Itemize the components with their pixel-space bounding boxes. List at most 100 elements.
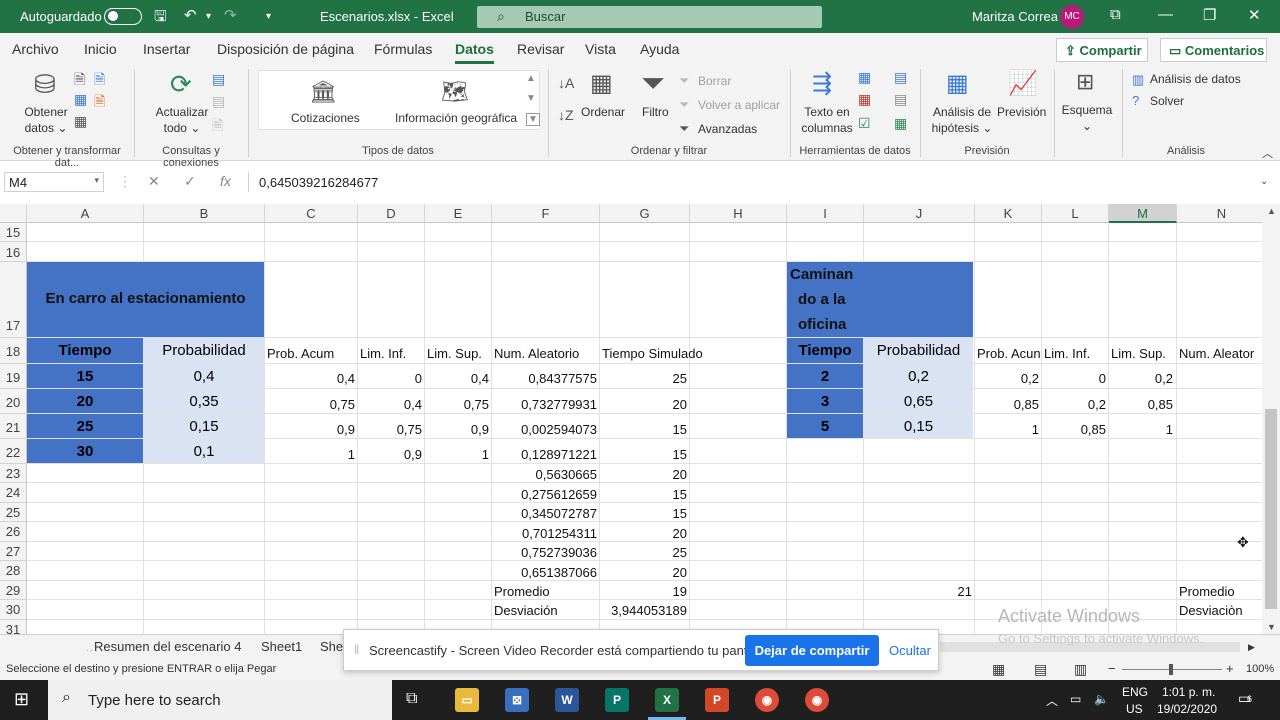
task-view-icon[interactable]: ⧉ bbox=[406, 690, 417, 708]
minimize-icon[interactable]: — bbox=[1158, 6, 1173, 23]
column-header-a[interactable]: A bbox=[27, 204, 144, 223]
spreadsheet-grid[interactable]: A B C D E F G H I J K L M N 15 16 17 18 … bbox=[0, 204, 1262, 634]
windows-start-icon[interactable]: ⊞ bbox=[14, 689, 29, 710]
zoom-slider-thumb[interactable] bbox=[1169, 664, 1173, 675]
comments-button[interactable]: ▭ Comentarios bbox=[1160, 38, 1267, 62]
sheet-tab-partial[interactable]: She bbox=[320, 639, 343, 654]
zoom-out-icon[interactable]: − bbox=[1108, 661, 1116, 676]
tray-chevron-icon[interactable]: ︿ bbox=[1046, 692, 1058, 709]
zoom-level[interactable]: 100% bbox=[1246, 663, 1274, 675]
file-explorer-icon[interactable]: ▭ bbox=[455, 688, 479, 712]
row-header-18[interactable]: 18 bbox=[0, 338, 27, 364]
relationships-icon[interactable]: ▤ bbox=[894, 91, 907, 108]
tab-ayuda[interactable]: Ayuda bbox=[640, 41, 679, 57]
data-validation-icon[interactable]: ☑ bbox=[858, 115, 871, 132]
tab-vista[interactable]: Vista bbox=[585, 41, 616, 57]
column-header-n[interactable]: N bbox=[1177, 204, 1262, 223]
gallery-more-icon[interactable]: ▼ bbox=[526, 113, 540, 126]
row-header-17[interactable]: 17 bbox=[0, 262, 27, 338]
sort-az-icon[interactable]: ↓A bbox=[558, 75, 574, 91]
tab-formulas[interactable]: Fórmulas bbox=[374, 41, 432, 57]
stocks-button[interactable]: Cotizaciones bbox=[291, 111, 360, 125]
consolidate-icon[interactable]: ▤ bbox=[894, 69, 907, 86]
zoom-in-icon[interactable]: + bbox=[1226, 661, 1234, 676]
filter-button[interactable]: Filtro bbox=[642, 105, 669, 119]
normal-view-icon[interactable]: ▦ bbox=[992, 661, 1005, 678]
select-all-corner[interactable] bbox=[0, 204, 27, 223]
gallery-down-icon[interactable]: ▼ bbox=[526, 93, 536, 104]
ribbon-display-icon[interactable]: ⧉ bbox=[1110, 6, 1121, 23]
name-box-dropdown-icon[interactable]: ▾ bbox=[94, 175, 99, 186]
refresh-all-button[interactable]: Actualizar todo ⌄ bbox=[150, 104, 214, 136]
volume-icon[interactable]: 🔈 bbox=[1094, 692, 1109, 706]
sheet-tab-sheet1[interactable]: Sheet1 bbox=[261, 639, 302, 654]
restore-icon[interactable]: ❐ bbox=[1203, 6, 1216, 24]
clock-date[interactable]: 19/02/2020 bbox=[1157, 702, 1217, 716]
powerpoint-icon[interactable]: P bbox=[705, 688, 729, 712]
vertical-scrollbar[interactable]: ▲ ▼ bbox=[1262, 204, 1280, 636]
column-header-m[interactable]: M bbox=[1109, 204, 1177, 223]
redo-icon[interactable]: ↷ bbox=[224, 6, 237, 24]
taskbar-search[interactable]: ⌕ Type here to search bbox=[48, 680, 392, 720]
column-header-k[interactable]: K bbox=[975, 204, 1042, 223]
tab-disposicion[interactable]: Disposición de página bbox=[217, 41, 354, 57]
row-header-16[interactable]: 16 bbox=[0, 242, 27, 262]
scroll-up-icon[interactable]: ▲ bbox=[1267, 206, 1276, 216]
tab-revisar[interactable]: Revisar bbox=[517, 41, 564, 57]
cancel-icon[interactable]: ✕ bbox=[148, 173, 160, 190]
column-header-b[interactable]: B bbox=[144, 204, 265, 223]
row-header-26[interactable]: 26 bbox=[0, 522, 27, 542]
column-header-i[interactable]: I bbox=[787, 204, 864, 223]
publisher-icon[interactable]: P bbox=[605, 688, 629, 712]
geography-button[interactable]: Información geográfica bbox=[395, 111, 517, 125]
row-header-15[interactable]: 15 bbox=[0, 223, 27, 242]
properties-icon[interactable]: ▤ bbox=[212, 93, 225, 110]
from-web-icon[interactable]: 🗎 bbox=[94, 69, 105, 93]
recent-sources-icon[interactable]: 🗎 bbox=[94, 91, 105, 115]
sort-za-icon[interactable]: ↓Z bbox=[558, 107, 574, 123]
tab-insertar[interactable]: Insertar bbox=[143, 41, 190, 57]
row-header-19[interactable]: 19 bbox=[0, 364, 27, 389]
insert-function-icon[interactable]: fx bbox=[220, 173, 231, 189]
close-icon[interactable]: ✕ bbox=[1248, 6, 1261, 24]
scroll-thumb[interactable] bbox=[1265, 409, 1277, 609]
battery-icon[interactable]: ▭ bbox=[1070, 692, 1081, 706]
row-header-30[interactable]: 30 bbox=[0, 600, 27, 620]
row-header-29[interactable]: 29 bbox=[0, 581, 27, 600]
clock-time[interactable]: 1:01 p. m. bbox=[1162, 685, 1215, 699]
undo-icon[interactable]: ↶ bbox=[184, 6, 197, 24]
queries-icon[interactable]: ▤ bbox=[212, 71, 225, 88]
save-icon[interactable]: 🖫 bbox=[154, 6, 167, 31]
word-icon[interactable]: W bbox=[555, 688, 579, 712]
row-header-25[interactable]: 25 bbox=[0, 503, 27, 522]
tab-inicio[interactable]: Inicio bbox=[84, 41, 117, 57]
enter-icon[interactable]: ✓ bbox=[184, 173, 196, 190]
scroll-right-icon[interactable]: ▶ bbox=[1248, 642, 1255, 653]
solver-button[interactable]: Solver bbox=[1150, 94, 1184, 108]
name-box[interactable]: M4 ▾ bbox=[4, 172, 104, 192]
row-header-21[interactable]: 21 bbox=[0, 414, 27, 439]
search-box[interactable]: ⌕ Buscar bbox=[477, 6, 822, 28]
row-header-28[interactable]: 28 bbox=[0, 561, 27, 581]
get-data-button[interactable]: Obtener datos ⌄ bbox=[18, 104, 74, 136]
tab-archivo[interactable]: Archivo bbox=[12, 41, 59, 57]
hide-button[interactable]: Ocultar bbox=[889, 643, 931, 658]
row-header-31[interactable]: 31 bbox=[0, 620, 27, 634]
data-model-icon[interactable]: ▦ bbox=[894, 115, 907, 132]
sort-button[interactable]: Ordenar bbox=[581, 105, 625, 119]
remove-duplicates-icon[interactable]: ▦ bbox=[858, 91, 871, 108]
scroll-down-icon[interactable]: ▼ bbox=[1267, 622, 1276, 632]
expand-formula-icon[interactable]: ⌄ bbox=[1260, 176, 1268, 187]
clear-button[interactable]: Borrar bbox=[698, 74, 731, 88]
tab-datos[interactable]: Datos bbox=[455, 41, 494, 64]
avatar[interactable]: MC bbox=[1060, 5, 1084, 29]
chrome-icon-2[interactable]: ◉ bbox=[805, 688, 829, 712]
column-header-f[interactable]: F bbox=[492, 204, 600, 223]
what-if-button[interactable]: Análisis de hipótesis ⌄ bbox=[928, 104, 996, 136]
user-name[interactable]: Maritza Correa bbox=[972, 9, 1058, 24]
customize-qat-icon[interactable]: ▾ bbox=[266, 11, 271, 22]
page-break-icon[interactable]: ▥ bbox=[1074, 661, 1087, 678]
language-line-1[interactable]: ENG bbox=[1122, 685, 1148, 699]
from-table-icon[interactable]: ▦ bbox=[74, 91, 87, 108]
reapply-button[interactable]: Volver a aplicar bbox=[698, 98, 780, 112]
